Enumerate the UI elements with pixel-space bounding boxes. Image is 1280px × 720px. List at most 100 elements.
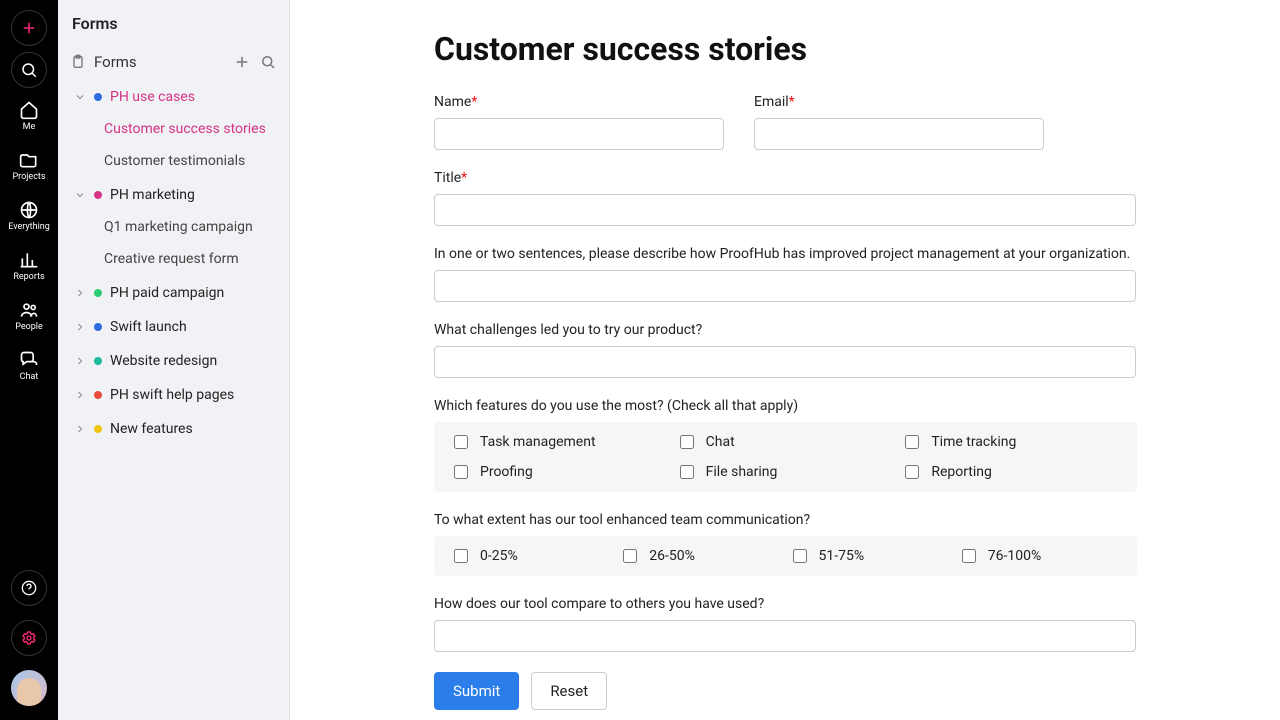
checkbox-option[interactable]: Chat: [680, 434, 892, 450]
chevron-icon: [74, 321, 86, 333]
checkbox[interactable]: [623, 549, 637, 563]
extent-checkboxes: 0-25% 26-50% 51-75% 76-100%: [434, 536, 1137, 576]
title-input[interactable]: [434, 194, 1136, 226]
describe-input[interactable]: [434, 270, 1136, 302]
help-button[interactable]: [11, 570, 47, 606]
color-dot: [94, 357, 102, 365]
challenges-input[interactable]: [434, 346, 1136, 378]
forms-tree: PH use cases Customer success storiesCust…: [58, 81, 289, 447]
checkbox-label: 26-50%: [649, 548, 695, 564]
checkbox[interactable]: [793, 549, 807, 563]
name-input[interactable]: [434, 118, 724, 150]
checkbox-option[interactable]: 0-25%: [454, 548, 609, 564]
tree-group[interactable]: PH swift help pages: [66, 379, 281, 411]
sidebar-header: Forms: [58, 43, 289, 81]
checkbox[interactable]: [454, 549, 468, 563]
tree-group-label: Website redesign: [110, 353, 217, 369]
checkbox-option[interactable]: File sharing: [680, 464, 892, 480]
sidebar: Forms Forms PH use casesCustomer success…: [58, 0, 290, 720]
compare-label: How does our tool compare to others you …: [434, 596, 1137, 612]
tree-group[interactable]: PH use cases: [66, 81, 281, 113]
user-avatar[interactable]: [11, 670, 47, 706]
checkbox-label: 76-100%: [988, 548, 1041, 564]
reset-button[interactable]: Reset: [531, 672, 607, 710]
checkbox-option[interactable]: Task management: [454, 434, 666, 450]
tree-group-label: PH swift help pages: [110, 387, 234, 403]
checkbox-option[interactable]: Reporting: [905, 464, 1117, 480]
name-label: Name*: [434, 94, 724, 110]
checkbox-label: File sharing: [706, 464, 778, 480]
checkbox[interactable]: [680, 465, 694, 479]
checkbox-label: Proofing: [480, 464, 533, 480]
main-content: Customer success stories Name* Email* Ti…: [290, 0, 1280, 720]
nav-me[interactable]: Me: [19, 94, 39, 138]
nav-chat[interactable]: Chat: [19, 344, 39, 388]
checkbox-option[interactable]: Time tracking: [905, 434, 1117, 450]
sidebar-header-label: Forms: [94, 53, 225, 71]
checkbox-option[interactable]: Proofing: [454, 464, 666, 480]
checkbox[interactable]: [905, 465, 919, 479]
tree-child[interactable]: Creative request form: [66, 243, 281, 275]
nav-reports[interactable]: Reports: [13, 244, 44, 288]
chevron-icon: [74, 423, 86, 435]
email-input[interactable]: [754, 118, 1044, 150]
nav-people[interactable]: People: [15, 294, 43, 338]
checkbox-label: Time tracking: [931, 434, 1016, 450]
form-title: Customer success stories: [434, 30, 1220, 68]
color-dot: [94, 323, 102, 331]
checkbox-label: 0-25%: [480, 548, 518, 564]
clipboard-icon: [70, 54, 86, 70]
color-dot: [94, 391, 102, 399]
checkbox-option[interactable]: 51-75%: [793, 548, 948, 564]
tree-group[interactable]: PH marketing: [66, 179, 281, 211]
email-label: Email*: [754, 94, 1044, 110]
tree-group-label: PH marketing: [110, 187, 195, 203]
tree-child[interactable]: Customer testimonials: [66, 145, 281, 177]
checkbox-option[interactable]: 76-100%: [962, 548, 1117, 564]
tree-group[interactable]: New features: [66, 413, 281, 445]
challenges-label: What challenges led you to try our produ…: [434, 322, 1137, 338]
tree-child[interactable]: Q1 marketing campaign: [66, 211, 281, 243]
chevron-icon: [74, 189, 86, 201]
checkbox[interactable]: [962, 549, 976, 563]
extent-label: To what extent has our tool enhanced tea…: [434, 512, 1137, 528]
checkbox[interactable]: [680, 435, 694, 449]
color-dot: [94, 93, 102, 101]
checkbox[interactable]: [454, 465, 468, 479]
checkbox[interactable]: [454, 435, 468, 449]
tree-group[interactable]: PH paid campaign: [66, 277, 281, 309]
features-checkboxes: Task management Chat Time tracking Proofing…: [434, 422, 1137, 492]
chevron-icon: [74, 91, 86, 103]
submit-button[interactable]: Submit: [434, 672, 519, 710]
checkbox-label: Reporting: [931, 464, 992, 480]
tree-group-label: Swift launch: [110, 319, 187, 335]
tree-child[interactable]: Customer success stories: [66, 113, 281, 145]
tree-group-label: PH paid campaign: [110, 285, 224, 301]
color-dot: [94, 425, 102, 433]
checkbox[interactable]: [905, 435, 919, 449]
color-dot: [94, 289, 102, 297]
color-dot: [94, 191, 102, 199]
title-label: Title*: [434, 170, 1137, 186]
add-form-icon[interactable]: [233, 53, 251, 71]
search-button[interactable]: [11, 52, 47, 88]
search-forms-icon[interactable]: [259, 53, 277, 71]
tree-group-label: New features: [110, 421, 193, 437]
compare-input[interactable]: [434, 620, 1136, 652]
checkbox-label: Task management: [480, 434, 596, 450]
tree-group-label: PH use cases: [110, 89, 195, 105]
tree-group[interactable]: Swift launch: [66, 311, 281, 343]
chevron-icon: [74, 355, 86, 367]
nav-rail: Me Projects Everything Reports People Ch…: [0, 0, 58, 720]
checkbox-label: 51-75%: [819, 548, 865, 564]
nav-projects[interactable]: Projects: [13, 144, 46, 188]
tree-group[interactable]: Website redesign: [66, 345, 281, 377]
chevron-icon: [74, 287, 86, 299]
checkbox-label: Chat: [706, 434, 735, 450]
nav-everything[interactable]: Everything: [8, 194, 50, 238]
settings-button[interactable]: [11, 620, 47, 656]
chevron-icon: [74, 389, 86, 401]
checkbox-option[interactable]: 26-50%: [623, 548, 778, 564]
add-button[interactable]: [11, 10, 47, 46]
describe-label: In one or two sentences, please describe…: [434, 246, 1137, 262]
